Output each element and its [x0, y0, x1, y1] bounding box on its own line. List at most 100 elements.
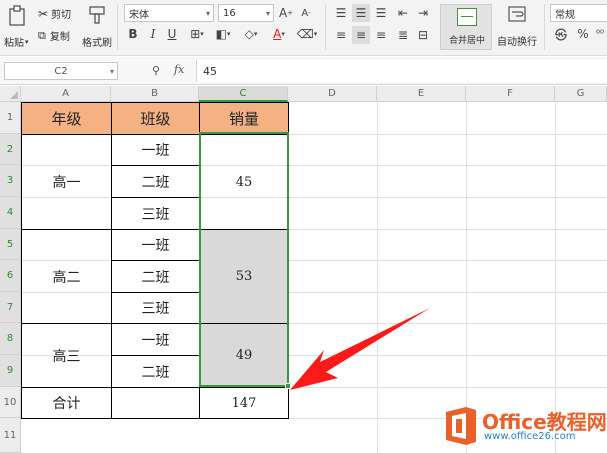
class-cell[interactable]: 一班	[111, 229, 200, 261]
row-header-7[interactable]: 7	[0, 292, 21, 323]
column-header-g[interactable]: G	[555, 86, 607, 102]
column-header-b[interactable]: B	[111, 86, 199, 102]
class-cell[interactable]: 一班	[111, 134, 200, 166]
bold-button[interactable]: B	[126, 26, 140, 42]
more-format-icon[interactable]: ⁰⁰	[594, 26, 606, 42]
number-format-select[interactable]: 常规	[550, 4, 607, 22]
grade-cell-2[interactable]: 高二	[21, 229, 112, 324]
align-center-icon[interactable]: ≡	[352, 26, 370, 44]
underline-button[interactable]: U	[165, 26, 179, 42]
paste-button[interactable]: 粘贴 ▾	[4, 34, 29, 50]
align-left-icon[interactable]: ≡	[332, 26, 350, 44]
office26-logo: Office教程网 www.office26.com	[440, 404, 607, 453]
indent-decrease-icon[interactable]: ⇤	[394, 4, 412, 22]
wrap-text-label: 自动换行	[497, 37, 537, 48]
number-format-value: 常规	[555, 9, 575, 21]
grade-cell-3[interactable]: 高三	[21, 323, 112, 388]
fx-icon[interactable]: fx	[174, 63, 184, 76]
zoom-icon[interactable]: ⚲	[152, 64, 160, 77]
formula-value: 45	[203, 64, 217, 78]
align-bottom-icon[interactable]: ☰	[372, 4, 390, 22]
column-header-f[interactable]: F	[466, 86, 555, 102]
row-header-3[interactable]: 3	[0, 165, 21, 197]
wrap-text-button[interactable]: 自动换行	[497, 33, 537, 48]
row-header-9[interactable]: 9	[0, 355, 21, 387]
percent-button[interactable]: %	[576, 26, 590, 42]
row-header-4[interactable]: 4	[0, 197, 21, 229]
indent-increase-icon[interactable]: ⇥	[414, 4, 432, 22]
total-label-cell[interactable]: 合计	[21, 387, 112, 419]
grade-cell-1[interactable]: 高一	[21, 134, 112, 230]
select-all-corner[interactable]	[0, 86, 21, 102]
font-size-select[interactable]: 16 ▾	[218, 4, 274, 22]
ribbon-divider	[117, 4, 118, 50]
row-header-5[interactable]: 5	[0, 229, 21, 260]
merge-center-button[interactable]: 合并居中	[440, 4, 492, 50]
class-cell[interactable]: 二班	[111, 165, 200, 198]
distributed-icon[interactable]: ⊟	[414, 26, 432, 44]
ribbon-divider	[544, 4, 545, 50]
border-icon[interactable]: ⊞ ▾	[186, 26, 208, 42]
column-header-e[interactable]: E	[377, 86, 466, 102]
font-color-icon[interactable]: A ▾	[268, 26, 290, 42]
chevron-down-icon: ▾	[109, 66, 114, 76]
formula-input[interactable]: 45	[196, 60, 607, 82]
format-painter-button[interactable]: 格式刷	[82, 34, 112, 49]
ribbon-divider	[325, 4, 326, 50]
wrap-text-icon[interactable]	[507, 5, 527, 23]
class-cell[interactable]: 二班	[111, 260, 200, 293]
scissors-icon: ✂	[38, 6, 49, 21]
align-right-icon[interactable]: ≡	[372, 26, 390, 44]
column-header-a[interactable]: A	[21, 86, 111, 102]
gridline	[377, 102, 378, 453]
chevron-down-icon: ▾	[205, 8, 210, 18]
column-header-c[interactable]: C	[199, 86, 288, 102]
row-header-2[interactable]: 2	[0, 134, 21, 165]
chevron-down-icon: ▾	[265, 8, 270, 18]
header-cell-sales[interactable]: 销量	[199, 102, 289, 135]
cut-label: 剪切	[51, 10, 72, 21]
column-header-d[interactable]: D	[288, 86, 377, 102]
watermark-url: www.office26.com	[484, 431, 576, 442]
total-value-cell[interactable]: 147	[199, 387, 289, 419]
total-empty-cell[interactable]	[111, 387, 200, 419]
row-header-10[interactable]: 10	[0, 387, 21, 418]
row-header-1[interactable]: 1	[0, 102, 21, 134]
align-middle-icon[interactable]: ☰	[352, 4, 370, 22]
paste-icon[interactable]	[6, 4, 30, 28]
clear-format-icon[interactable]: ⌫ ▾	[296, 26, 318, 42]
font-name-select[interactable]: 宋体 ▾	[124, 4, 214, 22]
formula-bar: C2 ▾ ⚲ fx 45	[0, 57, 607, 85]
selection-range	[199, 132, 289, 387]
header-cell-class[interactable]: 班级	[111, 102, 200, 135]
italic-button[interactable]: I	[146, 26, 160, 42]
format-painter-icon[interactable]	[86, 4, 108, 26]
cell-reference: C2	[54, 65, 68, 77]
row-header-8[interactable]: 8	[0, 323, 21, 355]
row-header-11[interactable]: 11	[0, 418, 21, 453]
merge-center-label: 合并居中	[448, 36, 485, 46]
office-logo-icon	[446, 407, 476, 445]
fill-color-icon[interactable]: ◧ ▾	[212, 26, 234, 42]
class-cell[interactable]: 一班	[111, 323, 200, 356]
red-arrow-annotation	[290, 308, 430, 390]
gridline	[466, 102, 467, 453]
font-name-value: 宋体	[129, 9, 149, 21]
highlight-icon[interactable]: ◇ ▾	[240, 26, 262, 42]
gridline	[555, 102, 556, 453]
class-cell[interactable]: 二班	[111, 355, 200, 388]
format-painter-label: 格式刷	[82, 38, 112, 49]
row-header-6[interactable]: 6	[0, 260, 21, 292]
grow-font-icon[interactable]: A +	[278, 4, 294, 22]
class-cell[interactable]: 三班	[111, 292, 200, 324]
align-top-icon[interactable]: ☰	[332, 4, 350, 22]
copy-button[interactable]: ⧉ 复制	[38, 28, 70, 44]
class-cell[interactable]: 三班	[111, 197, 200, 230]
name-box[interactable]: C2 ▾	[4, 62, 118, 80]
currency-icon[interactable]: ㉿	[552, 26, 570, 42]
cut-button[interactable]: ✂ 剪切	[38, 6, 72, 22]
header-cell-grade[interactable]: 年级	[21, 102, 112, 135]
font-size-value: 16	[223, 7, 236, 19]
justify-icon[interactable]: ≣	[394, 26, 412, 44]
shrink-font-icon[interactable]: A-	[298, 4, 314, 22]
